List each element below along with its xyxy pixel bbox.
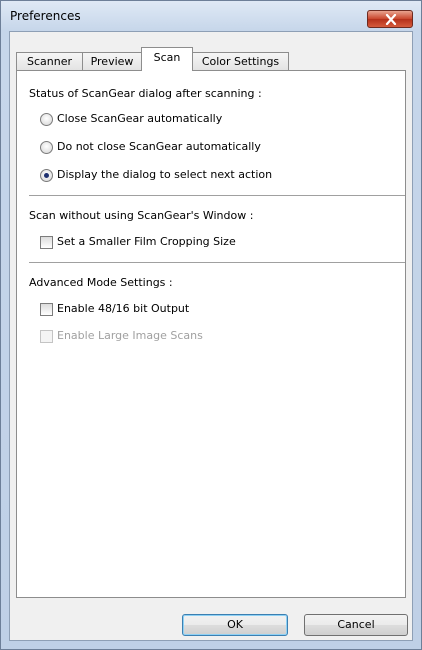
- advanced-section-heading: Advanced Mode Settings :: [29, 276, 173, 289]
- tab-scanner[interactable]: Scanner: [16, 52, 83, 70]
- radio-close-automatically-label[interactable]: Close ScanGear automatically: [57, 112, 222, 125]
- tab-preview[interactable]: Preview: [82, 52, 142, 70]
- enable-large-image-label: Enable Large Image Scans: [57, 329, 203, 342]
- close-icon: [385, 14, 397, 25]
- status-section-heading: Status of ScanGear dialog after scanning…: [29, 87, 262, 100]
- radio-do-not-close-label[interactable]: Do not close ScanGear automatically: [57, 140, 261, 153]
- section-divider: [29, 195, 405, 196]
- cancel-button-label: Cancel: [337, 618, 375, 631]
- section-divider: [29, 262, 405, 263]
- scan-tab-panel: Status of ScanGear dialog after scanning…: [16, 70, 406, 598]
- tab-label: Color Settings: [201, 55, 280, 68]
- enable-large-image-checkbox: [40, 330, 53, 343]
- scan-without-section-heading: Scan without using ScanGear's Window :: [29, 209, 254, 222]
- tab-label: Preview: [90, 55, 134, 68]
- cancel-button[interactable]: Cancel: [304, 614, 408, 636]
- enable-48-16-checkbox[interactable]: [40, 303, 53, 316]
- smaller-film-label[interactable]: Set a Smaller Film Cropping Size: [57, 235, 236, 248]
- window-title: Preferences: [10, 9, 81, 23]
- ok-button[interactable]: OK: [182, 614, 288, 636]
- enable-48-16-label[interactable]: Enable 48/16 bit Output: [57, 302, 189, 315]
- ok-button-label: OK: [227, 618, 243, 631]
- title-bar[interactable]: Preferences: [1, 1, 421, 31]
- radio-close-automatically[interactable]: [40, 113, 53, 126]
- tab-label: Scanner: [26, 55, 72, 68]
- preferences-window: Preferences Scanner Preview Scan Color S…: [0, 0, 422, 650]
- dialog-client-area: Scanner Preview Scan Color Settings Stat…: [9, 31, 413, 641]
- close-button[interactable]: [367, 10, 413, 28]
- tab-scan[interactable]: Scan: [141, 47, 193, 71]
- smaller-film-checkbox[interactable]: [40, 236, 53, 249]
- radio-do-not-close[interactable]: [40, 141, 53, 154]
- tab-strip: Scanner Preview Scan Color Settings: [16, 45, 406, 71]
- radio-display-dialog[interactable]: [40, 169, 53, 182]
- tab-color-settings[interactable]: Color Settings: [192, 52, 289, 70]
- tab-label: Scan: [153, 51, 181, 64]
- radio-display-dialog-label[interactable]: Display the dialog to select next action: [57, 168, 272, 181]
